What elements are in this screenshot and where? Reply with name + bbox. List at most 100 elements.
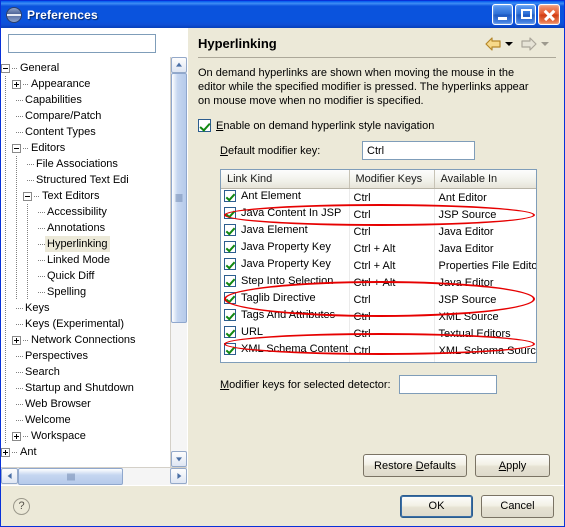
cell-modifier-keys[interactable]: Ctrl + Alt	[349, 240, 435, 257]
tree-item[interactable]: Startup and Shutdown	[1, 380, 170, 396]
back-arrow-icon[interactable]	[484, 36, 502, 51]
back-dropdown-caret-icon[interactable]	[505, 41, 513, 46]
tree-item[interactable]: Quick Diff	[1, 268, 170, 284]
tree-vertical-scrollbar[interactable]	[170, 57, 187, 467]
tree-item[interactable]: Search	[1, 364, 170, 380]
tree-expand-icon[interactable]	[1, 447, 10, 457]
tree-horizontal-scrollbar[interactable]	[1, 467, 187, 485]
cell-link-kind[interactable]: Java Element	[221, 223, 350, 240]
preferences-tree[interactable]: General Appearance Capabilities Compare/Pat…	[1, 57, 170, 467]
cell-available-in[interactable]: Java Editor	[434, 240, 536, 257]
column-header-modifier-keys[interactable]: Modifier Keys	[349, 170, 435, 189]
cell-available-in[interactable]: XML Source	[434, 308, 536, 325]
tree-item[interactable]: Structured Text Edi	[1, 172, 170, 188]
cell-link-kind[interactable]: Step Into Selection	[221, 274, 350, 291]
tree-collapse-icon[interactable]	[12, 143, 21, 153]
scroll-right-button[interactable]	[170, 468, 187, 484]
cell-available-in[interactable]: JSP Source	[434, 206, 536, 223]
table-row[interactable]: Java Property Key Ctrl + Alt Properties Fi…	[221, 257, 536, 274]
cell-modifier-keys[interactable]: Ctrl	[349, 223, 435, 240]
cell-link-kind[interactable]: Java Property Key	[221, 257, 350, 274]
table-row[interactable]: URL Ctrl Textual Editors	[221, 325, 536, 342]
cell-available-in[interactable]: Textual Editors	[434, 325, 536, 342]
tree-expand-icon[interactable]	[12, 335, 21, 345]
tree-collapse-icon[interactable]	[23, 191, 32, 201]
table-row[interactable]: Taglib Directive Ctrl JSP Source	[221, 291, 536, 308]
row-checkbox[interactable]	[224, 326, 236, 338]
row-checkbox[interactable]	[224, 224, 236, 236]
tree-item[interactable]: Hyperlinking	[1, 236, 170, 252]
tree-item[interactable]: Compare/Patch	[1, 108, 170, 124]
tree-hscroll-track[interactable]	[18, 468, 170, 485]
cell-link-kind[interactable]: URL	[221, 325, 350, 342]
table-row[interactable]: XML Schema Content Ctrl XML Schema Source	[221, 342, 536, 359]
cell-link-kind[interactable]: XML Schema Content	[221, 342, 350, 359]
tree-scroll-track[interactable]	[171, 73, 187, 451]
cell-link-kind[interactable]: Java Content In JSP	[221, 206, 350, 223]
row-checkbox[interactable]	[224, 207, 236, 219]
row-checkbox[interactable]	[224, 190, 236, 202]
tree-item[interactable]: Linked Mode	[1, 252, 170, 268]
table-row[interactable]: Java Element Ctrl Java Editor	[221, 223, 536, 240]
cell-modifier-keys[interactable]: Ctrl	[349, 325, 435, 342]
cell-modifier-keys[interactable]: Ctrl	[349, 342, 435, 359]
enable-hyperlink-checkbox[interactable]	[198, 119, 211, 132]
table-row[interactable]: Ant Element Ctrl Ant Editor	[221, 188, 536, 206]
scroll-down-button[interactable]	[171, 451, 187, 467]
close-button[interactable]	[538, 4, 560, 25]
tree-item[interactable]: Keys	[1, 300, 170, 316]
tree-item[interactable]: Capabilities	[1, 92, 170, 108]
filter-input[interactable]	[8, 34, 156, 53]
tree-item[interactable]: Accessibility	[1, 204, 170, 220]
row-checkbox[interactable]	[224, 258, 236, 270]
row-checkbox[interactable]	[224, 343, 236, 355]
row-checkbox[interactable]	[224, 292, 236, 304]
table-row[interactable]: Step Into Selection Ctrl + Alt Java Editor	[221, 274, 536, 291]
enable-hyperlink-row[interactable]: Enable on demand hyperlink style navigat…	[198, 119, 556, 132]
cell-link-kind[interactable]: Tags And Attributes	[221, 308, 350, 325]
cell-available-in[interactable]: Java Editor	[434, 223, 536, 240]
cell-modifier-keys[interactable]: Ctrl + Alt	[349, 257, 435, 274]
tree-item[interactable]: Workspace	[1, 428, 170, 444]
tree-scroll-thumb[interactable]	[171, 73, 187, 323]
column-header-link-kind[interactable]: Link Kind	[221, 170, 350, 189]
minimize-button[interactable]	[492, 4, 513, 25]
scroll-left-button[interactable]	[1, 468, 18, 484]
cell-link-kind[interactable]: Ant Element	[221, 188, 350, 206]
tree-item[interactable]: Appearance	[1, 76, 170, 92]
tree-item[interactable]: Perspectives	[1, 348, 170, 364]
tree-item[interactable]: Text Editors	[1, 188, 170, 204]
cell-available-in[interactable]: Java Editor	[434, 274, 536, 291]
row-checkbox[interactable]	[224, 241, 236, 253]
table-row[interactable]: Tags And Attributes Ctrl XML Source	[221, 308, 536, 325]
tree-item[interactable]: Keys (Experimental)	[1, 316, 170, 332]
detector-modifier-input[interactable]	[398, 375, 497, 394]
table-row[interactable]: Java Property Key Ctrl + Alt Java Editor	[221, 240, 536, 257]
tree-item[interactable]: Network Connections	[1, 332, 170, 348]
cell-available-in[interactable]: XML Schema Source	[434, 342, 536, 359]
tree-hscroll-thumb[interactable]	[18, 468, 123, 485]
tree-item[interactable]: Spelling	[1, 284, 170, 300]
tree-item[interactable]: Editors	[1, 140, 170, 156]
cell-modifier-keys[interactable]: Ctrl	[349, 291, 435, 308]
ok-button[interactable]: OK	[400, 494, 473, 518]
row-checkbox[interactable]	[224, 275, 236, 287]
cancel-button[interactable]: Cancel	[481, 494, 554, 518]
cell-link-kind[interactable]: Taglib Directive	[221, 291, 350, 308]
column-header-available-in[interactable]: Available In	[434, 170, 536, 189]
cell-available-in[interactable]: Properties File Editor	[434, 257, 536, 274]
restore-defaults-button[interactable]: Restore Defaults	[363, 454, 467, 477]
cell-modifier-keys[interactable]: Ctrl	[349, 308, 435, 325]
tree-item[interactable]: Web Browser	[1, 396, 170, 412]
tree-expand-icon[interactable]	[12, 431, 21, 441]
cell-modifier-keys[interactable]: Ctrl	[349, 206, 435, 223]
cell-link-kind[interactable]: Java Property Key	[221, 240, 350, 257]
default-modifier-input[interactable]	[362, 141, 475, 160]
scroll-up-button[interactable]	[171, 57, 187, 73]
tree-expand-icon[interactable]	[12, 79, 21, 89]
maximize-button[interactable]	[515, 4, 536, 25]
table-row[interactable]: Java Content In JSP Ctrl JSP Source	[221, 206, 536, 223]
tree-item[interactable]: General	[1, 60, 170, 76]
tree-item[interactable]: Content Types	[1, 124, 170, 140]
tree-item[interactable]: Welcome	[1, 412, 170, 428]
